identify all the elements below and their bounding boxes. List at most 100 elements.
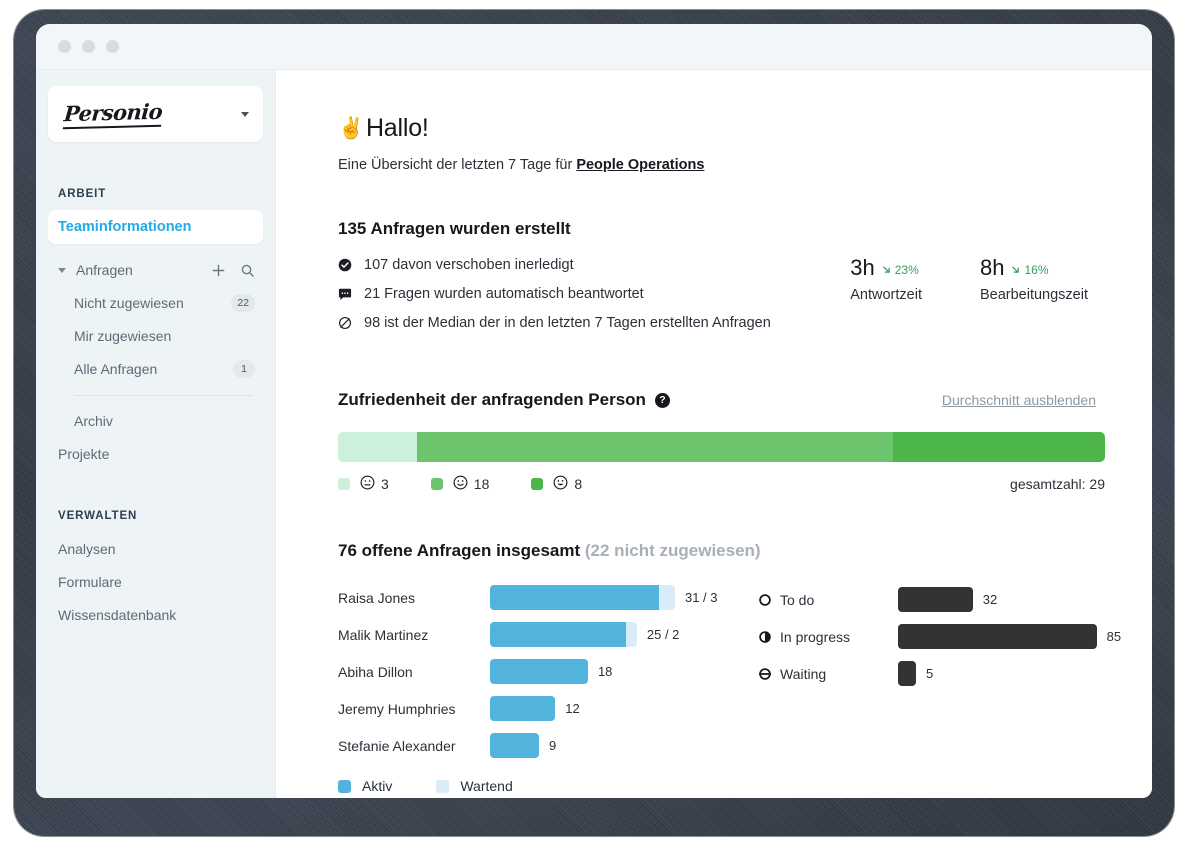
stat-line-auto-answered: 21 Fragen wurden automatisch beantwortet [338,286,850,302]
trend-down-icon [1011,264,1022,275]
legend-label: Aktiv [362,778,393,794]
status-value: 32 [982,592,998,607]
grinning-face-icon [553,475,568,493]
table-row[interactable]: Abiha Dillon 18 [338,653,758,690]
sidebar-item-nicht-zugewiesen[interactable]: Nicht zugewiesen 22 [36,286,275,319]
close-window-dot[interactable] [58,40,71,53]
bar-active-segment [490,622,627,647]
team-link[interactable]: People Operations [576,157,704,173]
kpi-label: Bearbeitungszeit [979,287,1088,303]
open-requests-title: 76 offene Anfragen insgesamt (22 nicht z… [338,541,1096,561]
page-title: ✌️ Hallo! [338,114,1096,143]
empty-circle-icon [758,593,780,607]
stat-line-resolved: 107 davon verschoben inerledigt [338,257,850,273]
sidebar-item-projekte[interactable]: Projekte [36,437,275,470]
chevron-down-icon[interactable] [58,267,66,273]
person-value: 12 [565,701,580,716]
bar-active-segment [490,585,659,610]
sidebar-item-badge: 1 [233,359,255,378]
window-titlebar [36,24,1152,70]
sidebar-group-anfragen[interactable]: Anfragen [36,254,275,286]
sidebar-item-label: Teaminformationen [58,219,192,235]
open-requests-count-text: 76 offene Anfragen insgesamt [338,541,581,560]
person-value: 31 / 3 [684,590,718,605]
sidebar-item-label: Wissensdatenbank [58,606,177,623]
legend-count: 3 [381,476,389,492]
maximize-window-dot[interactable] [106,40,119,53]
legend-item-aktiv: Aktiv [338,778,392,794]
toggle-average-link[interactable]: Durchschnitt ausblenden [942,392,1096,408]
kpi-antwortzeit: 3h 23% Antwortzeit [850,255,922,344]
sidebar-item-label: Mir zugewiesen [74,327,172,344]
satisfaction-title: Zufriedenheit der anfragenden Person [338,390,646,409]
workspace-switcher[interactable]: Personio [48,86,263,142]
person-name: Stefanie Alexander [338,737,456,754]
satisfaction-stacked-bar [338,432,1105,462]
plus-icon[interactable] [211,263,226,278]
stat-text: 107 davon verschoben inerledigt [364,257,574,273]
person-bar [490,696,556,721]
status-row-waiting[interactable]: Waiting 5 [758,655,1121,692]
kpi-value: 8h [979,255,1005,280]
sidebar-item-teaminformationen[interactable]: Teaminformationen [48,210,263,244]
satisfaction-legend: 3 18 8 gesamtzahl: 29 [338,475,1105,493]
satisfaction-total: gesamtzahl: 29 [1010,476,1105,492]
status-value: 85 [1106,629,1122,644]
sidebar-item-alle-anfragen[interactable]: Alle Anfragen 1 [36,352,275,385]
speech-bubble-icon [338,288,360,301]
status-bar [898,587,973,612]
person-value: 25 / 2 [646,627,680,642]
sidebar-item-wissensdatenbank[interactable]: Wissensdatenbank [36,598,275,631]
created-requests-section: 135 Anfragen wurden erstellt 107 davon v… [338,219,1096,344]
neutral-face-icon [360,475,375,493]
kpi-delta: 16% [1011,262,1049,277]
status-bar [898,661,916,686]
bar-active-segment [490,733,539,758]
sidebar-item-mir-zugewiesen[interactable]: Mir zugewiesen [36,319,275,352]
legend-swatch [436,779,450,793]
personio-logo: Personio [62,98,164,130]
legend-label: Wartend [460,778,513,794]
bar-active-segment [490,696,556,721]
chevron-down-icon[interactable] [241,111,249,117]
sidebar-item-formulare[interactable]: Formulare [36,565,275,598]
sidebar-divider [74,395,253,396]
minimize-window-dot[interactable] [82,40,95,53]
sidebar: Personio ARBEIT Teaminformationen Anfrag… [36,70,276,798]
table-row[interactable]: Jeremy Humphries 12 [338,690,758,727]
browser-window-frame: Personio ARBEIT Teaminformationen Anfrag… [11,7,1177,839]
status-row-in-progress[interactable]: In progress 85 [758,618,1121,655]
table-row[interactable]: Raisa Jones 31 / 3 [338,579,758,616]
kpi-value: 3h [850,255,875,280]
subtitle-prefix: Eine Übersicht der letzten 7 Tage für [338,157,577,173]
satisfaction-segment-slight-smile[interactable] [417,432,894,462]
person-bar [490,733,539,758]
kpi-delta: 23% [882,263,919,277]
legend-count: 18 [473,476,490,492]
satisfaction-segment-neutral[interactable] [338,432,418,462]
status-row-todo[interactable]: To do 32 [758,581,1121,618]
person-bar [490,659,588,684]
kpi-delta-text: 16% [1024,262,1049,277]
status-label: Waiting [780,665,827,682]
victory-hand-icon: ✌️ [338,116,364,140]
legend-item-neutral: 3 [338,475,389,493]
table-row[interactable]: Stefanie Alexander 9 [338,727,758,764]
stat-text: 98 ist der Median der in den letzten 7 T… [364,315,771,331]
legend-swatch [338,779,351,793]
satisfaction-segment-grinning[interactable] [893,432,1105,462]
sidebar-item-analysen[interactable]: Analysen [36,532,275,565]
legend-item-slight-smile: 18 [430,475,490,493]
half-circle-icon [758,630,780,644]
sidebar-item-archiv[interactable]: Archiv [36,404,275,437]
person-value: 18 [597,664,613,679]
search-icon[interactable] [240,263,255,278]
table-row[interactable]: Malik Martinez 25 / 2 [338,616,758,653]
legend-swatch [338,478,350,490]
page-subtitle: Eine Übersicht der letzten 7 Tage für Pe… [338,157,1096,173]
app-window: Personio ARBEIT Teaminformationen Anfrag… [36,24,1152,798]
help-icon[interactable]: ? [654,392,670,408]
person-name: Abiha Dillon [338,663,413,680]
person-bar [490,622,637,647]
person-value: 9 [548,738,557,753]
